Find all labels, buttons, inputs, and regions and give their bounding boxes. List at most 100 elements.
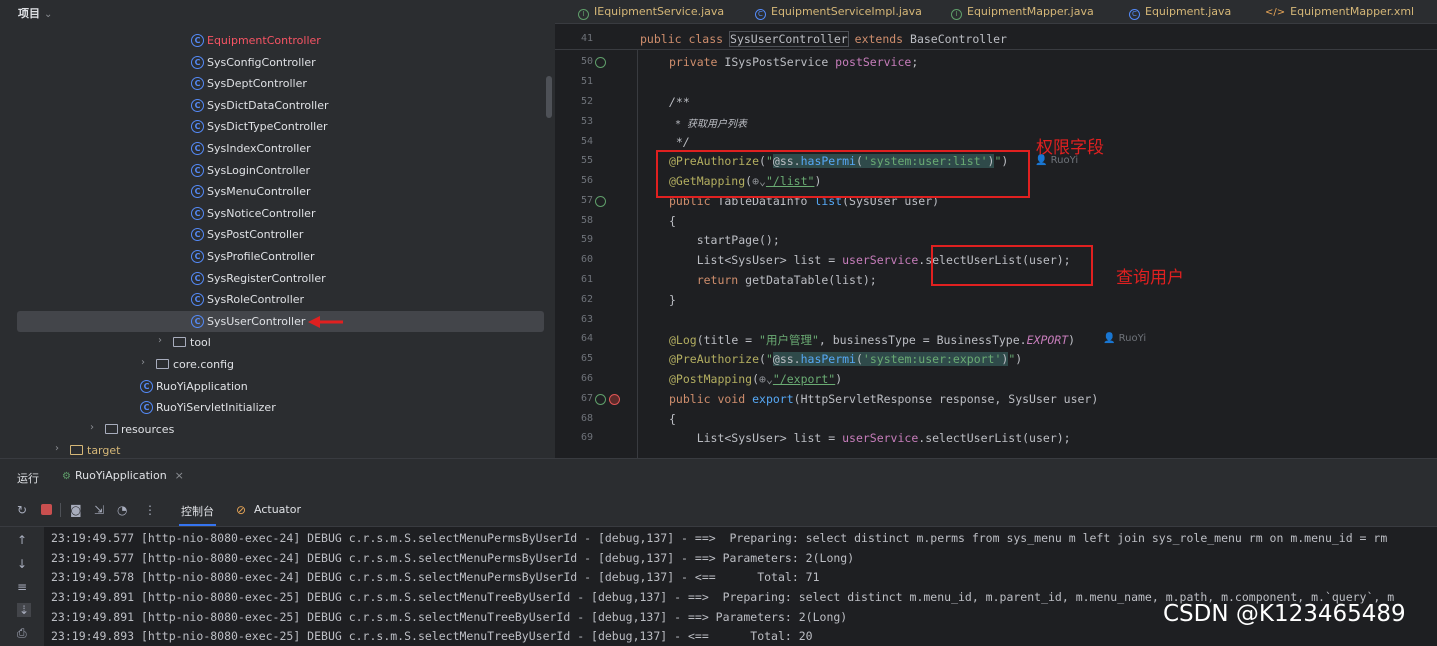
code-line-66[interactable]: 66 @PostMapping(⊕⌄"/export")	[555, 370, 1437, 390]
stop-icon[interactable]	[41, 504, 52, 515]
folder-icon	[156, 359, 169, 369]
tree-item-sys-login-controller[interactable]: C SysLoginController	[0, 160, 555, 181]
soft-wrap-icon[interactable]: ≡	[17, 580, 27, 594]
tree-item-label: EquipmentController	[207, 34, 321, 47]
tree-item-sys-dept-controller[interactable]: C SysDeptController	[0, 73, 555, 94]
line-number: 61	[580, 274, 593, 285]
permission-highlight-box	[656, 150, 1030, 198]
bean-icon[interactable]	[595, 57, 606, 68]
tab-equipment-mapper[interactable]: I EquipmentMapper.java	[951, 5, 1094, 20]
chevron-right-icon[interactable]: ›	[158, 335, 162, 346]
tree-scrollbar[interactable]	[546, 76, 552, 118]
line-number: 66	[580, 373, 593, 384]
code-line-69[interactable]: 69 List<SysUser> list = userService.sele…	[555, 429, 1437, 449]
tree-item-sys-profile-controller[interactable]: C SysProfileController	[0, 246, 555, 267]
code-line-64[interactable]: 64 @Log(title = "用户管理", businessType = B…	[555, 330, 1437, 350]
query-highlight-box	[931, 245, 1093, 286]
tree-item-ruoyi-servlet-initializer[interactable]: C RuoYiServletInitializer	[0, 397, 555, 418]
tab-actuator[interactable]: Actuator	[254, 503, 301, 516]
arrow-down-icon[interactable]: ↓	[17, 557, 27, 571]
print-icon[interactable]: ⎙	[17, 626, 27, 641]
chevron-down-icon: ⌄	[44, 9, 53, 20]
tab-console[interactable]: 控制台	[179, 503, 216, 526]
tree-item-sys-user-controller[interactable]: C SysUserController	[0, 311, 555, 332]
line-number: 59	[580, 234, 593, 245]
code-text: startPage();	[669, 233, 780, 247]
code-line-67[interactable]: 67 public void export(HttpServletRespons…	[555, 390, 1437, 410]
tree-item-sys-register-controller[interactable]: C SysRegisterController	[0, 268, 555, 289]
tree-item-sys-menu-controller[interactable]: C SysMenuController	[0, 181, 555, 202]
tree-item-equipment-controller[interactable]: C EquipmentController	[0, 30, 555, 51]
tree-item-core-config[interactable]: › core.config	[0, 354, 555, 375]
run-tab-bar: 运行 ⚙ RuoYiApplication ×	[0, 459, 1437, 493]
breakpoint-icon[interactable]	[609, 394, 620, 405]
tree-item-sys-notice-controller[interactable]: C SysNoticeController	[0, 203, 555, 224]
code-line-62[interactable]: 62 }	[555, 291, 1437, 311]
chevron-right-icon[interactable]: ›	[141, 357, 145, 368]
scroll-to-end-icon[interactable]: ⇣	[17, 603, 32, 617]
tree-item-resources[interactable]: › resources	[0, 419, 555, 440]
code-text: public class SysUserController extends B…	[640, 31, 1007, 47]
tree-item-label: tool	[190, 336, 211, 349]
camera-icon[interactable]: ◙	[70, 503, 82, 517]
tree-item-label: SysDictDataController	[207, 99, 329, 112]
tree-item-sys-post-controller[interactable]: C SysPostController	[0, 224, 555, 245]
line-number: 64	[580, 333, 593, 344]
code-line-51[interactable]: 51	[555, 73, 1437, 93]
tree-item-sys-config-controller[interactable]: C SysConfigController	[0, 52, 555, 73]
arrow-up-icon[interactable]: ↑	[17, 533, 27, 547]
tree-item-label: SysIndexController	[207, 142, 311, 155]
tree-item-label: SysProfileController	[207, 250, 315, 263]
tab-equipment-mapper-xml[interactable]: </> EquipmentMapper.xml	[1265, 5, 1414, 18]
close-icon[interactable]: ×	[175, 469, 184, 482]
class-icon: C	[191, 207, 204, 220]
tree-item-target[interactable]: › target	[0, 440, 555, 458]
exit-icon[interactable]: ⇲	[94, 503, 104, 517]
sticky-class-header[interactable]: 41 public class SysUserController extend…	[555, 30, 1437, 50]
chevron-right-icon[interactable]: ›	[90, 422, 94, 433]
code-text: List<SysUser> list = userService.selectU…	[669, 431, 1071, 445]
endpoint-icon[interactable]	[595, 196, 606, 207]
project-header[interactable]: 项目 ⌄	[0, 0, 555, 24]
tree-item-label: resources	[121, 423, 175, 436]
line-number: 53	[580, 116, 593, 127]
tree-item-sys-index-controller[interactable]: C SysIndexController	[0, 138, 555, 159]
class-icon: C	[191, 34, 204, 47]
tree-item-sys-role-controller[interactable]: C SysRoleController	[0, 289, 555, 310]
code-line-58[interactable]: 58 {	[555, 212, 1437, 232]
chevron-right-icon[interactable]: ›	[55, 443, 59, 454]
code-line-63[interactable]: 63	[555, 311, 1437, 331]
tab-label: Equipment.java	[1145, 5, 1232, 18]
folder-icon	[173, 337, 186, 347]
tree-item-label: SysRegisterController	[207, 272, 326, 285]
csdn-watermark: CSDN @K123465489	[1163, 601, 1406, 627]
code-line-50[interactable]: 50 private ISysPostService postService;	[555, 53, 1437, 73]
class-icon: C	[191, 120, 204, 133]
tree-item-tool[interactable]: › tool	[0, 332, 555, 353]
tree-item-label: SysNoticeController	[207, 207, 316, 220]
rerun-icon[interactable]: ↻	[17, 503, 27, 517]
tree-item-sys-dict-type-controller[interactable]: C SysDictTypeController	[0, 116, 555, 137]
code-line-52[interactable]: 52 /**	[555, 93, 1437, 113]
endpoint-icon[interactable]	[595, 394, 606, 405]
code-line-65[interactable]: 65 @PreAuthorize("@ss.hasPermi('system:u…	[555, 350, 1437, 370]
code-text: @Log(title = "用户管理", businessType = Busi…	[669, 333, 1076, 347]
interface-icon: I	[951, 9, 962, 20]
tab-iequipment-service[interactable]: I IEquipmentService.java	[578, 5, 724, 20]
more-icon[interactable]: ⋮	[144, 503, 156, 517]
tab-equipment-service-impl[interactable]: C EquipmentServiceImpl.java	[755, 5, 922, 20]
code-line-68[interactable]: 68 {	[555, 410, 1437, 430]
tree-item-ruoyi-application[interactable]: C RuoYiApplication	[0, 376, 555, 397]
tab-equipment[interactable]: C Equipment.java	[1129, 5, 1231, 20]
tree-item-sys-dict-data-controller[interactable]: C SysDictDataController	[0, 95, 555, 116]
line-number: 69	[580, 432, 593, 443]
gauge-icon[interactable]: ◔	[117, 503, 127, 517]
author-hint[interactable]: 👤 RuoYi	[1103, 333, 1146, 344]
tab-ruoyi-application[interactable]: ⚙ RuoYiApplication ×	[62, 469, 184, 482]
line-number: 68	[580, 413, 593, 424]
tree-item-label: SysDeptController	[207, 77, 307, 90]
tree-item-label: SysDictTypeController	[207, 120, 328, 133]
code-line-53[interactable]: 53 * 获取用户列表	[555, 113, 1437, 133]
code-editor: I IEquipmentService.java C EquipmentServic…	[555, 0, 1437, 458]
class-icon: C	[191, 250, 204, 263]
